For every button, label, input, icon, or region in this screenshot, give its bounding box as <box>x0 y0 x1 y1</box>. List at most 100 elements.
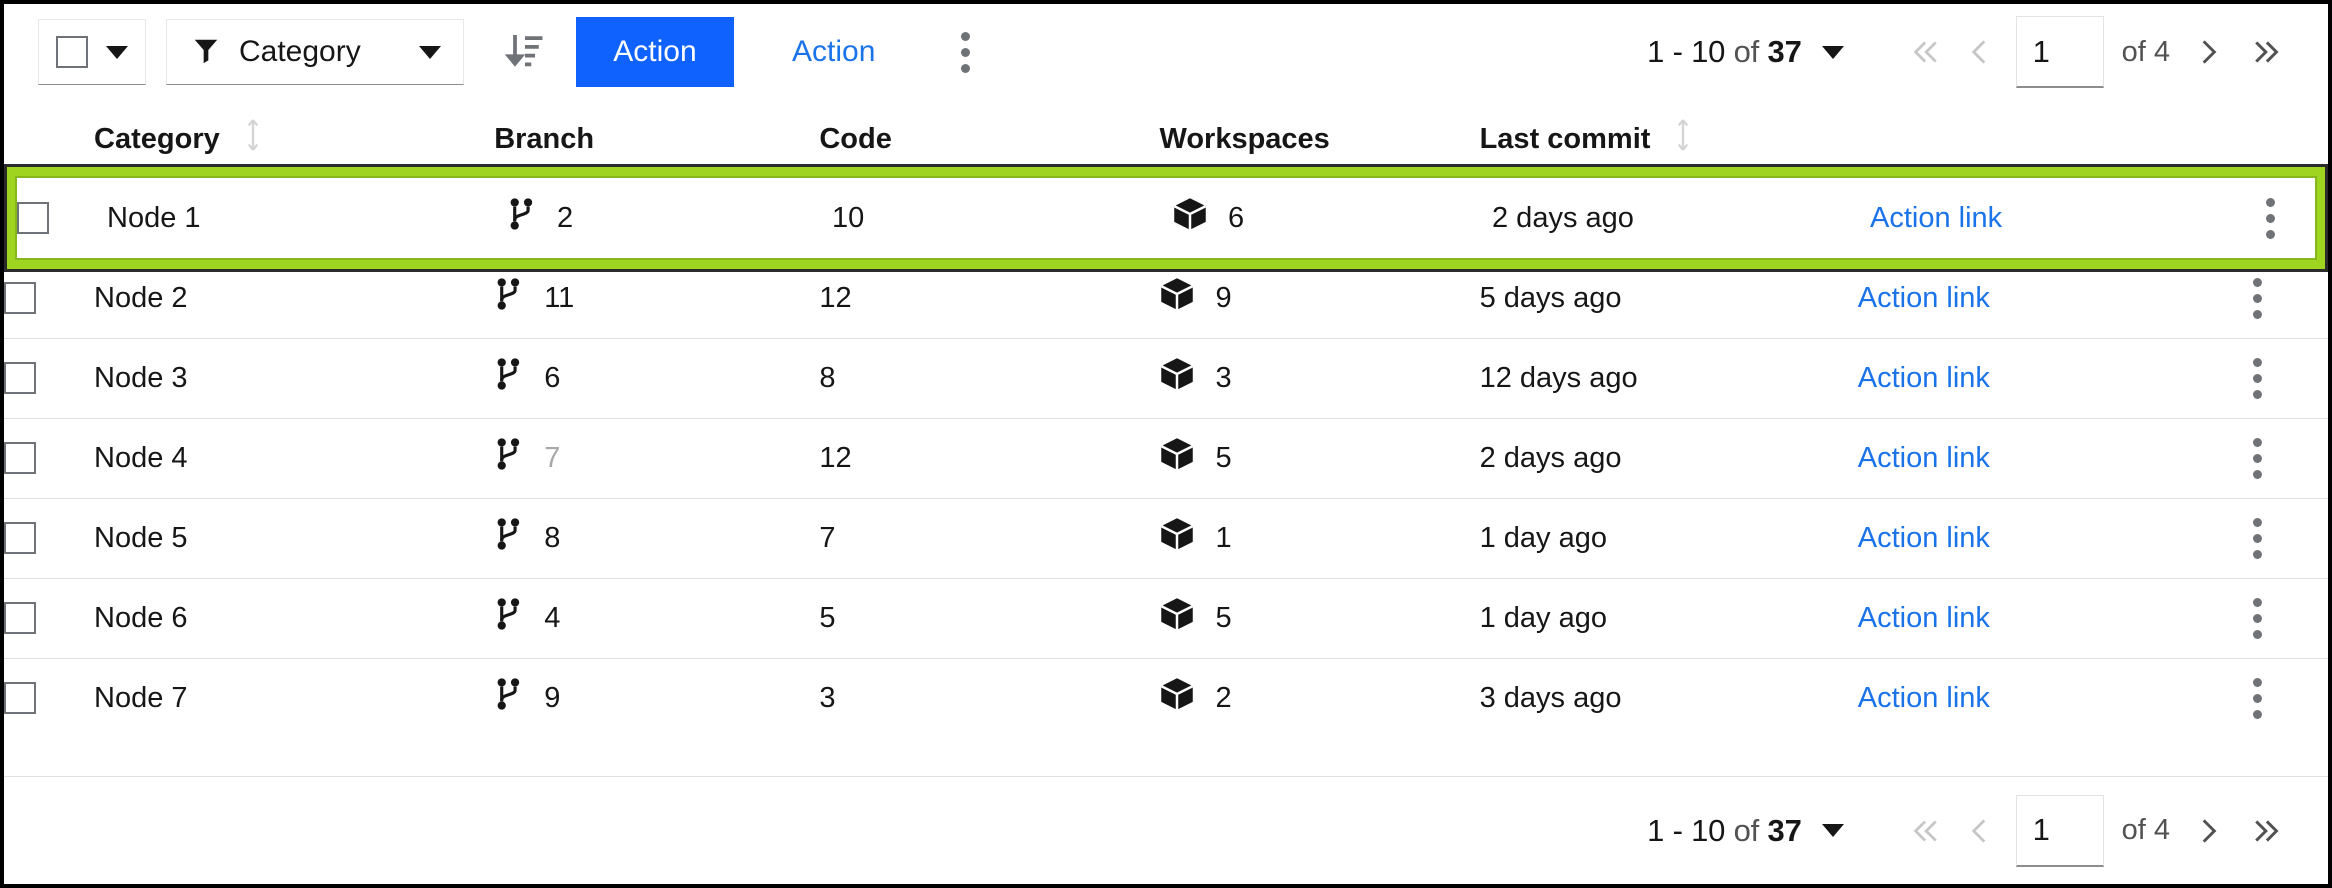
cell-row-menu <box>2200 178 2328 258</box>
cell-last-commit: 1 day ago <box>1479 577 1858 658</box>
action-link[interactable]: Action link <box>1870 202 2002 234</box>
total-pages-label-bottom: of 4 <box>2121 814 2170 846</box>
sort-descending-button[interactable] <box>494 21 556 83</box>
cell-code: 8 <box>819 337 1160 418</box>
action-link[interactable]: Action link <box>1858 362 1990 394</box>
row-checkbox-cell <box>4 657 95 738</box>
row-overflow-menu-button[interactable] <box>2188 517 2328 559</box>
branch-count: 7 <box>544 441 561 474</box>
pagination-top: 1 - 10 of 37 of 4 <box>1647 4 2292 100</box>
row-checkbox[interactable] <box>4 362 36 394</box>
action-link[interactable]: Action link <box>1858 682 1990 714</box>
cell-code: 5 <box>819 577 1160 658</box>
cube-icon <box>1159 596 1195 640</box>
filter-icon <box>191 35 221 70</box>
overflow-menu-vertical-icon <box>2253 357 2263 367</box>
page-number-input[interactable] <box>2015 16 2104 88</box>
action-link[interactable]: Action link <box>1858 282 1990 314</box>
next-page-button[interactable] <box>2186 22 2232 82</box>
sort-arrows-icon[interactable] <box>242 118 264 160</box>
overflow-menu-vertical-icon <box>2253 437 2263 447</box>
previous-page-button[interactable] <box>1956 801 2002 861</box>
cell-row-menu <box>2187 657 2328 738</box>
chevron-down-icon <box>106 45 128 59</box>
cube-icon <box>1159 516 1195 560</box>
chevron-right-icon <box>2202 818 2217 843</box>
row-checkbox[interactable] <box>4 442 36 474</box>
category-filter-dropdown[interactable]: Category <box>166 19 464 85</box>
row-overflow-menu-button[interactable] <box>2200 197 2328 239</box>
chevron-down-icon <box>419 45 441 59</box>
sort-arrows-icon[interactable] <box>1672 118 1694 160</box>
page-number-input[interactable] <box>2015 794 2104 867</box>
workspaces-count: 2 <box>1215 681 1232 714</box>
overflow-menu-vertical-icon <box>960 47 970 57</box>
cell-workspaces: 2 <box>1159 657 1480 738</box>
table-row[interactable]: Node 4 7 12 5 2 days ago Action link <box>4 417 2328 498</box>
overflow-menu-vertical-icon <box>2253 613 2263 623</box>
workspaces-count: 6 <box>1228 201 1245 234</box>
page-size-chevron-down-icon[interactable] <box>1821 824 1844 837</box>
cell-category: Node 6 <box>94 577 495 658</box>
cell-action: Action link <box>1857 657 2188 738</box>
overflow-menu-vertical-icon <box>2253 277 2263 287</box>
action-link[interactable]: Action link <box>1858 602 1990 634</box>
branch-count: 6 <box>544 361 561 394</box>
table-row[interactable]: Node 5 8 7 1 1 day ago Action link <box>4 497 2328 578</box>
row-checkbox[interactable] <box>4 282 36 314</box>
cell-action: Action link <box>1857 417 2188 498</box>
table-row[interactable]: Node 7 9 3 2 3 days ago Action link <box>4 657 2328 738</box>
cell-category: Node 1 <box>107 201 201 234</box>
cell-action: Action link <box>1870 178 2200 258</box>
first-page-button[interactable] <box>1900 801 1946 861</box>
git-branch-icon <box>494 517 524 559</box>
cell-category: Node 5 <box>94 497 495 578</box>
workspaces-count: 1 <box>1215 521 1232 554</box>
table-row-selected[interactable]: Node 1 2 10 6 2 days ago Action link <box>17 178 2328 258</box>
cell-branch: 9 <box>494 657 820 738</box>
cell-branch: 2 <box>507 178 832 258</box>
action-link[interactable]: Action link <box>1858 442 1990 474</box>
primary-action-button[interactable]: Action <box>576 17 734 87</box>
first-page-button[interactable] <box>1900 22 1946 82</box>
row-checkbox[interactable] <box>4 682 36 715</box>
cell-category: Node 7 <box>94 657 495 738</box>
row-overflow-menu-button[interactable] <box>2188 597 2328 639</box>
overflow-menu-vertical-icon <box>2253 453 2263 463</box>
select-all-dropdown[interactable] <box>38 19 146 85</box>
chevron-double-left-icon <box>1913 41 1937 63</box>
cube-icon <box>1159 436 1195 480</box>
last-page-button[interactable] <box>2246 22 2292 82</box>
pagination-bottom: 1 - 10 of 37 of 4 <box>1647 794 2292 867</box>
overflow-menu-vertical-icon <box>2253 517 2263 527</box>
table-widget: Category Action Action 1 - 10 of 37 1 of… <box>4 4 2328 884</box>
cell-branch: 7 <box>494 417 820 498</box>
row-checkbox[interactable] <box>4 602 36 634</box>
table-row[interactable]: Node 3 6 8 3 12 days ago Action link <box>4 337 2328 418</box>
branch-count: 11 <box>544 281 575 314</box>
row-overflow-menu-button[interactable] <box>2188 277 2328 319</box>
row-overflow-menu-button[interactable] <box>2188 437 2328 479</box>
overflow-menu-vertical-icon <box>2253 373 2263 383</box>
toolbar-overflow-menu-button[interactable] <box>937 21 993 83</box>
row-checkbox[interactable] <box>17 202 49 234</box>
table-row[interactable]: Node 6 4 5 5 1 day ago Action link <box>4 577 2328 658</box>
cell-code: 10 <box>832 201 865 234</box>
cell-workspaces: 5 <box>1159 577 1480 658</box>
row-checkbox[interactable] <box>4 522 36 554</box>
branch-count: 2 <box>557 201 574 234</box>
cell-row-menu <box>2187 497 2328 578</box>
next-page-button[interactable] <box>2186 801 2232 861</box>
select-all-checkbox[interactable] <box>56 36 88 68</box>
ghost-action-button[interactable]: Action <box>774 17 893 87</box>
cube-icon <box>1172 196 1208 240</box>
overflow-menu-vertical-icon <box>2253 709 2263 719</box>
row-overflow-menu-button[interactable] <box>2188 357 2328 399</box>
column-header-workspaces-label: Workspaces <box>1159 122 1330 155</box>
previous-page-button[interactable] <box>1956 22 2002 82</box>
column-header-code-label: Code <box>819 122 892 155</box>
row-overflow-menu-button[interactable] <box>2188 677 2328 719</box>
action-link[interactable]: Action link <box>1858 522 1990 554</box>
page-size-chevron-down-icon[interactable] <box>1821 45 1844 59</box>
last-page-button[interactable] <box>2246 801 2292 861</box>
